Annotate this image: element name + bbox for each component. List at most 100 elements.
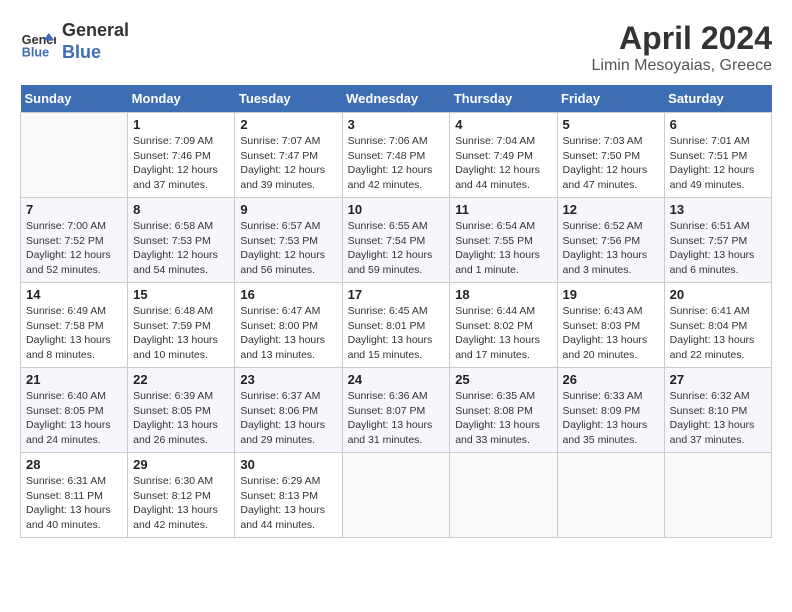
day-number: 14 xyxy=(26,287,122,302)
calendar-cell: 24 Sunrise: 6:36 AMSunset: 8:07 PMDayligh… xyxy=(342,368,450,453)
day-number: 24 xyxy=(348,372,445,387)
calendar-cell xyxy=(557,453,664,538)
calendar-cell: 20 Sunrise: 6:41 AMSunset: 8:04 PMDayligh… xyxy=(664,283,771,368)
day-info: Sunrise: 6:43 AMSunset: 8:03 PMDaylight:… xyxy=(563,304,659,363)
day-number: 23 xyxy=(240,372,336,387)
calendar-table: SundayMondayTuesdayWednesdayThursdayFrid… xyxy=(20,85,772,538)
day-info: Sunrise: 7:04 AMSunset: 7:49 PMDaylight:… xyxy=(455,134,551,193)
day-number: 10 xyxy=(348,202,445,217)
day-number: 30 xyxy=(240,457,336,472)
day-info: Sunrise: 6:51 AMSunset: 7:57 PMDaylight:… xyxy=(670,219,766,278)
day-number: 1 xyxy=(133,117,229,132)
calendar-cell: 15Sunrise: 6:48 AMSunset: 7:59 PMDayligh… xyxy=(128,283,235,368)
title-section: April 2024 Limin Mesoyaias, Greece xyxy=(591,20,772,75)
calendar-cell: 4Sunrise: 7:04 AMSunset: 7:49 PMDaylight… xyxy=(450,113,557,198)
calendar-cell: 17 Sunrise: 6:45 AMSunset: 8:01 PMDayligh… xyxy=(342,283,450,368)
day-number: 13 xyxy=(670,202,766,217)
logo-text-general: General xyxy=(62,20,129,42)
day-info: Sunrise: 6:44 AMSunset: 8:02 PMDaylight:… xyxy=(455,304,551,363)
day-info: Sunrise: 6:45 AMSunset: 8:01 PMDaylight:… xyxy=(348,304,445,363)
svg-text:Blue: Blue xyxy=(22,45,49,59)
calendar-cell: 26 Sunrise: 6:33 AMSunset: 8:09 PMDayligh… xyxy=(557,368,664,453)
calendar-cell: 6Sunrise: 7:01 AMSunset: 7:51 PMDaylight… xyxy=(664,113,771,198)
day-number: 20 xyxy=(670,287,766,302)
calendar-cell xyxy=(664,453,771,538)
calendar-cell: 5 Sunrise: 7:03 AMSunset: 7:50 PMDaylight… xyxy=(557,113,664,198)
day-number: 7 xyxy=(26,202,122,217)
calendar-cell: 8Sunrise: 6:58 AMSunset: 7:53 PMDaylight… xyxy=(128,198,235,283)
day-info: Sunrise: 6:54 AMSunset: 7:55 PMDaylight:… xyxy=(455,219,551,278)
weekday-header-tuesday: Tuesday xyxy=(235,85,342,113)
calendar-week-4: 21Sunrise: 6:40 AMSunset: 8:05 PMDayligh… xyxy=(21,368,772,453)
day-info: Sunrise: 6:32 AMSunset: 8:10 PMDaylight:… xyxy=(670,389,766,448)
weekday-header-thursday: Thursday xyxy=(450,85,557,113)
calendar-body: 1 Sunrise: 7:09 AMSunset: 7:46 PMDaylight… xyxy=(21,113,772,538)
day-info: Sunrise: 6:41 AMSunset: 8:04 PMDaylight:… xyxy=(670,304,766,363)
calendar-cell: 27 Sunrise: 6:32 AMSunset: 8:10 PMDayligh… xyxy=(664,368,771,453)
day-number: 5 xyxy=(563,117,659,132)
day-info: Sunrise: 6:49 AMSunset: 7:58 PMDaylight:… xyxy=(26,304,122,363)
header: General Blue General Blue April 2024 Lim… xyxy=(20,20,772,75)
day-number: 18 xyxy=(455,287,551,302)
weekday-header-saturday: Saturday xyxy=(664,85,771,113)
day-number: 17 xyxy=(348,287,445,302)
weekday-header-row: SundayMondayTuesdayWednesdayThursdayFrid… xyxy=(21,85,772,113)
day-info: Sunrise: 6:52 AMSunset: 7:56 PMDaylight:… xyxy=(563,219,659,278)
calendar-cell: 23 Sunrise: 6:37 AMSunset: 8:06 PMDayligh… xyxy=(235,368,342,453)
day-number: 21 xyxy=(26,372,122,387)
day-info: Sunrise: 6:55 AMSunset: 7:54 PMDaylight:… xyxy=(348,219,445,278)
location-title: Limin Mesoyaias, Greece xyxy=(591,57,772,75)
day-number: 27 xyxy=(670,372,766,387)
calendar-cell: 19Sunrise: 6:43 AMSunset: 8:03 PMDayligh… xyxy=(557,283,664,368)
calendar-cell: 16Sunrise: 6:47 AMSunset: 8:00 PMDayligh… xyxy=(235,283,342,368)
day-number: 22 xyxy=(133,372,229,387)
day-info: Sunrise: 7:03 AMSunset: 7:50 PMDaylight:… xyxy=(563,134,659,193)
calendar-cell: 30Sunrise: 6:29 AMSunset: 8:13 PMDayligh… xyxy=(235,453,342,538)
calendar-cell: 18 Sunrise: 6:44 AMSunset: 8:02 PMDayligh… xyxy=(450,283,557,368)
day-info: Sunrise: 7:07 AMSunset: 7:47 PMDaylight:… xyxy=(240,134,336,193)
logo: General Blue General Blue xyxy=(20,20,129,63)
day-info: Sunrise: 6:47 AMSunset: 8:00 PMDaylight:… xyxy=(240,304,336,363)
day-info: Sunrise: 6:36 AMSunset: 8:07 PMDaylight:… xyxy=(348,389,445,448)
calendar-cell: 11Sunrise: 6:54 AMSunset: 7:55 PMDayligh… xyxy=(450,198,557,283)
calendar-cell xyxy=(342,453,450,538)
day-info: Sunrise: 6:35 AMSunset: 8:08 PMDaylight:… xyxy=(455,389,551,448)
day-number: 29 xyxy=(133,457,229,472)
day-info: Sunrise: 6:37 AMSunset: 8:06 PMDaylight:… xyxy=(240,389,336,448)
month-title: April 2024 xyxy=(591,20,772,57)
calendar-cell: 22 Sunrise: 6:39 AMSunset: 8:05 PMDayligh… xyxy=(128,368,235,453)
calendar-cell: 3 Sunrise: 7:06 AMSunset: 7:48 PMDaylight… xyxy=(342,113,450,198)
day-info: Sunrise: 7:09 AMSunset: 7:46 PMDaylight:… xyxy=(133,134,229,193)
calendar-cell: 14 Sunrise: 6:49 AMSunset: 7:58 PMDayligh… xyxy=(21,283,128,368)
day-number: 9 xyxy=(240,202,336,217)
weekday-header-friday: Friday xyxy=(557,85,664,113)
day-info: Sunrise: 6:33 AMSunset: 8:09 PMDaylight:… xyxy=(563,389,659,448)
day-number: 26 xyxy=(563,372,659,387)
calendar-week-2: 7 Sunrise: 7:00 AMSunset: 7:52 PMDaylight… xyxy=(21,198,772,283)
calendar-cell: 1 Sunrise: 7:09 AMSunset: 7:46 PMDaylight… xyxy=(128,113,235,198)
day-info: Sunrise: 7:06 AMSunset: 7:48 PMDaylight:… xyxy=(348,134,445,193)
day-number: 3 xyxy=(348,117,445,132)
calendar-cell: 21Sunrise: 6:40 AMSunset: 8:05 PMDayligh… xyxy=(21,368,128,453)
calendar-week-1: 1 Sunrise: 7:09 AMSunset: 7:46 PMDaylight… xyxy=(21,113,772,198)
logo-icon: General Blue xyxy=(20,24,56,60)
calendar-cell: 29Sunrise: 6:30 AMSunset: 8:12 PMDayligh… xyxy=(128,453,235,538)
day-number: 12 xyxy=(563,202,659,217)
day-number: 8 xyxy=(133,202,229,217)
day-info: Sunrise: 6:57 AMSunset: 7:53 PMDaylight:… xyxy=(240,219,336,278)
calendar-cell: 25Sunrise: 6:35 AMSunset: 8:08 PMDayligh… xyxy=(450,368,557,453)
calendar-cell: 9 Sunrise: 6:57 AMSunset: 7:53 PMDaylight… xyxy=(235,198,342,283)
day-info: Sunrise: 7:00 AMSunset: 7:52 PMDaylight:… xyxy=(26,219,122,278)
weekday-header-wednesday: Wednesday xyxy=(342,85,450,113)
day-number: 6 xyxy=(670,117,766,132)
calendar-cell: 10 Sunrise: 6:55 AMSunset: 7:54 PMDayligh… xyxy=(342,198,450,283)
calendar-cell: 12 Sunrise: 6:52 AMSunset: 7:56 PMDayligh… xyxy=(557,198,664,283)
calendar-cell: 28Sunrise: 6:31 AMSunset: 8:11 PMDayligh… xyxy=(21,453,128,538)
calendar-cell xyxy=(450,453,557,538)
logo-text-blue: Blue xyxy=(62,42,129,64)
day-info: Sunrise: 6:39 AMSunset: 8:05 PMDaylight:… xyxy=(133,389,229,448)
day-info: Sunrise: 6:31 AMSunset: 8:11 PMDaylight:… xyxy=(26,474,122,533)
calendar-week-3: 14 Sunrise: 6:49 AMSunset: 7:58 PMDayligh… xyxy=(21,283,772,368)
calendar-cell: 2Sunrise: 7:07 AMSunset: 7:47 PMDaylight… xyxy=(235,113,342,198)
day-number: 15 xyxy=(133,287,229,302)
